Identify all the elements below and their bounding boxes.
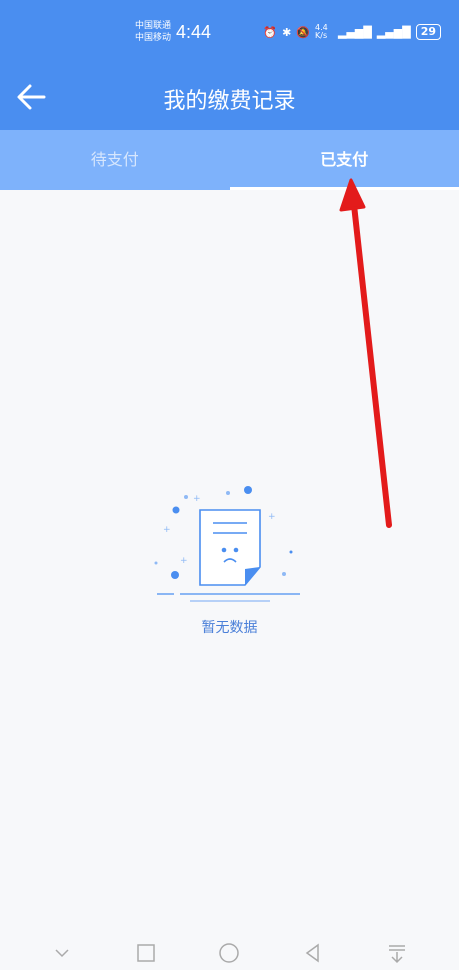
carrier-2: 中国移动: [135, 33, 172, 43]
mute-icon: 🔕: [296, 25, 310, 39]
clock: 4:44: [176, 22, 212, 42]
empty-state-text: 暂无数据: [201, 620, 258, 636]
system-nav-bar: [0, 935, 459, 970]
signal-4g-icon: ▂▄▆█: [376, 25, 411, 39]
battery-indicator: 29: [415, 24, 441, 40]
network-speed: 4.4 K/s: [315, 23, 328, 40]
page-title: 我的缴费记录: [163, 89, 296, 114]
tab-paid[interactable]: 已支付: [229, 130, 459, 190]
svg-text:+: +: [193, 494, 201, 504]
svg-text:+: +: [180, 556, 188, 566]
svg-text:+: +: [163, 525, 171, 535]
recent-apps-icon[interactable]: [135, 942, 157, 964]
app-bar: 我的缴费记录: [0, 65, 459, 130]
empty-state-illustration: + + + +: [150, 485, 310, 615]
back-triangle-icon[interactable]: [302, 942, 324, 964]
tab-pending[interactable]: 待支付: [0, 130, 230, 190]
bluetooth-icon: ✱: [282, 25, 292, 39]
carrier-info: 中国联通 中国移动: [135, 20, 171, 44]
chevron-down-icon[interactable]: [51, 942, 73, 964]
status-icons: ⏰ ✱ 🔕 4.4 K/s ▂▄▆█ ▂▄▆█ 29: [263, 24, 441, 40]
home-icon[interactable]: [218, 942, 240, 964]
carrier-1: 中国联通: [135, 21, 172, 31]
svg-text:+: +: [268, 512, 276, 522]
signal-5g-icon: ▂▄▆█: [338, 25, 372, 39]
notification-pulldown-icon[interactable]: [386, 942, 408, 964]
empty-document-icon: + + + +: [154, 486, 300, 602]
alarm-icon: ⏰: [263, 25, 278, 39]
tab-bar: 待支付 已支付: [0, 130, 459, 190]
status-bar: 中国联通 中国移动 4:44 ⏰ ✱ 🔕 4.4 K/s ▂▄▆█ ▂▄▆█ 2…: [0, 0, 459, 65]
